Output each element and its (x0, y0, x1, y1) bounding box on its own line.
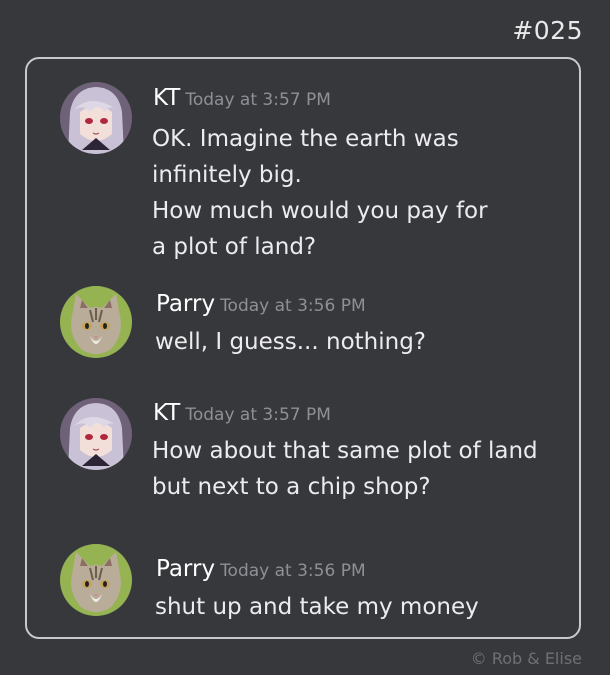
message-author[interactable]: KT (153, 400, 180, 426)
anime-girl-avatar-icon[interactable] (60, 398, 132, 470)
message-timestamp: Today at 3:57 PM (185, 405, 331, 425)
message-author[interactable]: KT (153, 85, 180, 111)
cat-avatar-icon[interactable] (60, 286, 132, 358)
message-line: How much would you pay for (152, 198, 488, 224)
message-author[interactable]: Parry (156, 291, 215, 317)
anime-girl-avatar-icon[interactable] (60, 82, 132, 154)
message-timestamp: Today at 3:56 PM (220, 561, 366, 581)
message-timestamp: Today at 3:56 PM (220, 296, 366, 316)
message-body: OK. Imagine the earth was infinitely big… (152, 121, 488, 265)
message-body: shut up and take my money (155, 589, 479, 625)
message-timestamp: Today at 3:57 PM (185, 90, 331, 110)
message-line: but next to a chip shop? (152, 474, 431, 500)
message-line: How about that same plot of land (152, 438, 538, 464)
message-line: well, I guess... nothing? (155, 329, 427, 355)
comic-number: #025 (512, 16, 583, 45)
message-line: shut up and take my money (155, 594, 479, 620)
message-line: OK. Imagine the earth was (152, 126, 459, 152)
message-body: How about that same plot of land but nex… (152, 433, 538, 505)
message-line: a plot of land? (152, 234, 317, 260)
message-body: well, I guess... nothing? (155, 324, 426, 360)
message-author[interactable]: Parry (156, 556, 215, 582)
copyright-text: © Rob & Elise (470, 649, 582, 668)
chat-frame: KT Today at 3:57 PM OK. Imagine the earth… (25, 57, 581, 639)
message-line: infinitely big. (152, 162, 302, 188)
cat-avatar-icon[interactable] (60, 544, 132, 616)
